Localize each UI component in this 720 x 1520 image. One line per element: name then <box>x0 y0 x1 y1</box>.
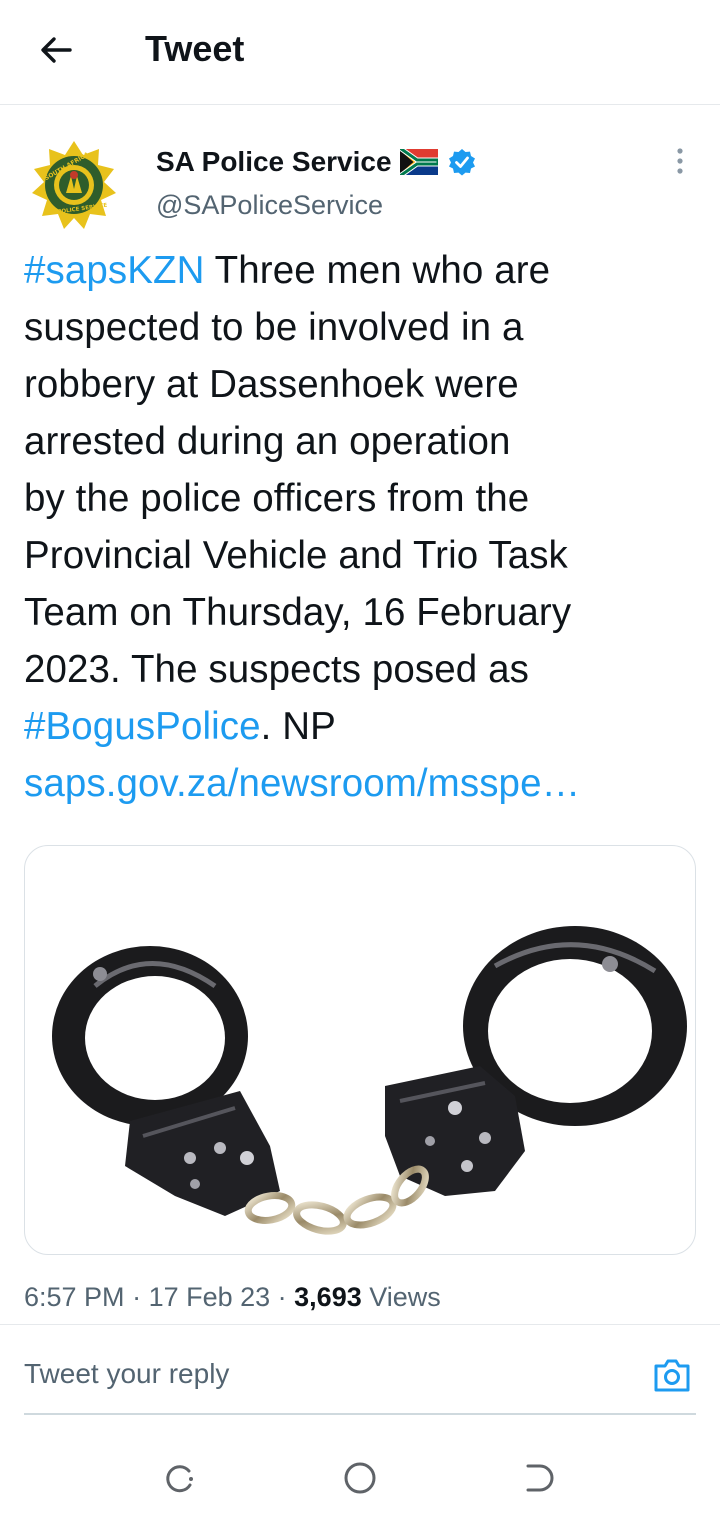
hashtag-sapskzn[interactable]: #sapsKZN <box>24 249 205 292</box>
system-nav-bar <box>0 1440 720 1520</box>
meta-separator: · <box>124 1282 149 1312</box>
tweet-date: 17 Feb 23 <box>148 1282 271 1312</box>
divider <box>0 1324 720 1325</box>
camera-icon[interactable] <box>652 1356 692 1394</box>
tweet-text: #sapsKZN Three men who are suspected to … <box>24 242 704 812</box>
author-name-row[interactable]: SA Police Service <box>156 144 476 180</box>
author-name[interactable]: SA Police Service <box>156 146 392 178</box>
tweet-media-image[interactable] <box>24 845 696 1255</box>
home-icon[interactable] <box>340 1458 380 1498</box>
page-title: Tweet <box>145 28 245 69</box>
south-africa-flag-icon <box>399 149 438 175</box>
tweet-line: Team on Thursday, 16 February <box>24 591 572 634</box>
avatar[interactable]: SOUTH AFRICA POLICE SERVICE <box>24 140 132 230</box>
tweet-line: robbery at Dassenhoek were <box>24 363 519 406</box>
reply-underline <box>24 1413 696 1415</box>
tweet-line: . NP <box>260 705 336 748</box>
verified-icon <box>448 149 475 176</box>
tweet-line: 2023. The suspects posed as <box>24 648 529 691</box>
arrow-left-icon[interactable] <box>36 30 76 70</box>
tweet-line: Three men who are <box>204 249 551 292</box>
meta-separator: · <box>270 1282 295 1312</box>
tweet-line: arrested during an operation <box>24 420 511 463</box>
tweet-meta: 6:57 PM · 17 Feb 23 · 3,693 Views <box>24 1282 441 1313</box>
views-label: Views <box>361 1282 441 1312</box>
tweet-line: Provincial Vehicle and Trio Task <box>24 534 568 577</box>
handcuffs-image <box>52 926 687 1235</box>
tweet-line: by the police officers from the <box>24 477 530 520</box>
top-bar: Tweet <box>0 0 720 105</box>
views-count: 3,693 <box>294 1282 362 1312</box>
reply-input[interactable]: Tweet your reply <box>24 1358 229 1390</box>
tweet-line: suspected to be involved in a <box>24 306 524 349</box>
tweet-time: 6:57 PM <box>24 1282 125 1312</box>
author-handle[interactable]: @SAPoliceService <box>156 190 383 221</box>
tweet-link[interactable]: saps.gov.za/newsroom/msspe… <box>24 762 580 805</box>
recent-apps-icon[interactable] <box>160 1458 200 1498</box>
back-nav-icon[interactable] <box>520 1458 560 1498</box>
hashtag-boguspolice[interactable]: #BogusPolice <box>24 705 261 748</box>
more-options-icon[interactable] <box>668 146 692 176</box>
